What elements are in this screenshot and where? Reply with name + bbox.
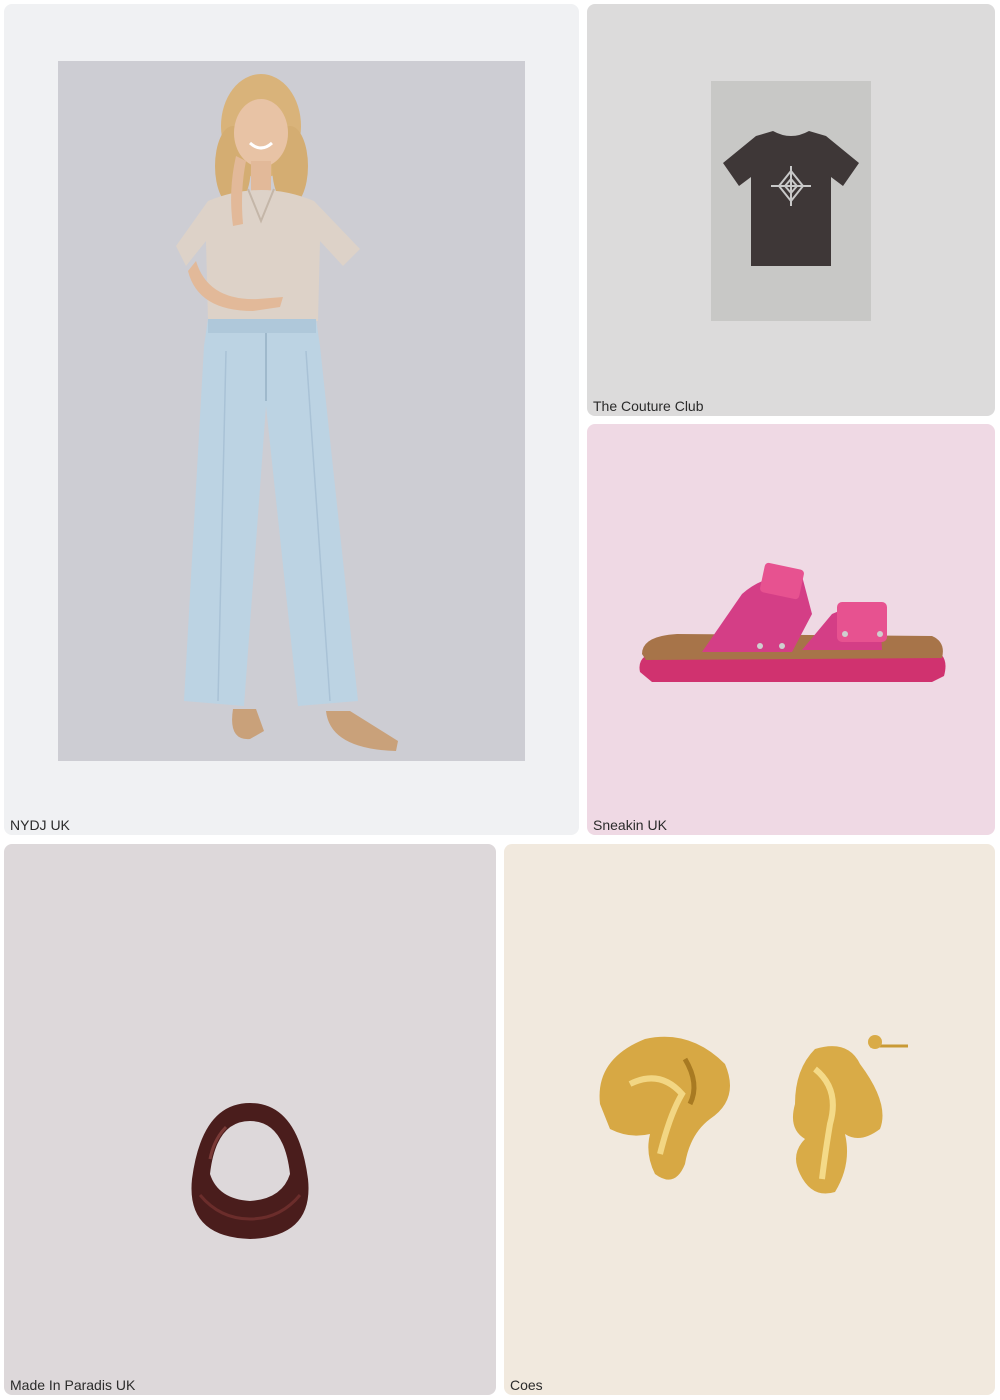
product-card-sneakin[interactable]: Sneakin UK	[587, 424, 995, 835]
brand-label: Sneakin UK	[593, 817, 667, 833]
product-card-made-in-paradis[interactable]: Made In Paradis UK	[4, 844, 496, 1395]
product-image-sandal	[632, 554, 952, 694]
product-image-outfit	[58, 61, 525, 761]
brand-label: NYDJ UK	[10, 817, 70, 833]
product-card-couture-club[interactable]: The Couture Club	[587, 4, 995, 416]
brand-label: The Couture Club	[593, 398, 704, 414]
product-image-tshirt	[711, 81, 871, 321]
product-card-nydj[interactable]: NYDJ UK	[4, 4, 579, 835]
product-image-bag	[180, 1099, 320, 1244]
brand-label: Made In Paradis UK	[10, 1377, 136, 1393]
product-card-coes[interactable]: Coes	[504, 844, 995, 1395]
product-image-earrings	[590, 1024, 910, 1199]
brand-label: Coes	[510, 1377, 543, 1393]
